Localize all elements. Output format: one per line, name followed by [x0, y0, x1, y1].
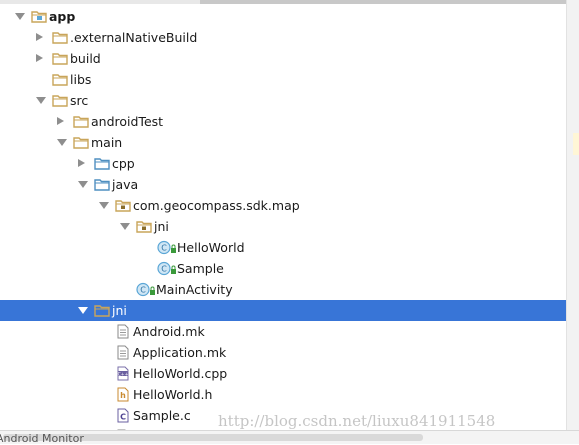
tree-row-label: Application.mk: [133, 345, 227, 360]
tree-row-label: HelloWorld.cpp: [133, 366, 228, 381]
folder-icon: [73, 114, 89, 129]
tree-row-label: java: [112, 177, 139, 192]
tree-row-label: cpp: [112, 156, 135, 171]
package-icon: [115, 198, 131, 213]
tree-row[interactable]: C MainActivity: [0, 279, 566, 300]
horizontal-scrollbar[interactable]: [0, 430, 579, 444]
svg-text:C: C: [161, 244, 167, 253]
package-icon: [136, 219, 152, 234]
tree-row-label: .externalNativeBuild: [70, 30, 198, 45]
expand-arrow-down-icon[interactable]: [36, 97, 46, 104]
tree-row[interactable]: Android.mk: [0, 321, 566, 342]
tree-row[interactable]: h HelloWorld.h: [0, 384, 566, 405]
tree-row-label: build: [70, 51, 101, 66]
tree-row[interactable]: cpp: [0, 153, 566, 174]
folder-icon: [94, 303, 110, 318]
expand-arrow-right-icon[interactable]: [36, 54, 43, 62]
folder-icon: [52, 51, 68, 66]
folder-icon: [52, 93, 68, 108]
expand-arrow-right-icon[interactable]: [78, 159, 85, 167]
source-folder-icon: [94, 177, 110, 192]
tree-row[interactable]: jni: [0, 216, 566, 237]
folder-icon: [73, 135, 89, 150]
tree-row[interactable]: jni: [0, 300, 566, 321]
expand-arrow-down-icon[interactable]: [15, 13, 25, 20]
tree-row-label: src: [70, 93, 89, 108]
java-class-icon: C: [157, 261, 176, 276]
tree-row-label: HelloWorld: [177, 240, 245, 255]
tree-row-label: libs: [70, 72, 92, 87]
tree-row-label: HelloWorld.h: [133, 387, 213, 402]
expand-arrow-down-icon[interactable]: [120, 223, 130, 230]
tree-row[interactable]: .externalNativeBuild: [0, 27, 566, 48]
editor-top-edge: [0, 0, 579, 4]
tree-row[interactable]: androidTest: [0, 111, 566, 132]
tree-row[interactable]: Application.mk: [0, 342, 566, 363]
scroll-marker: [573, 133, 579, 155]
tree-row-label: main: [91, 135, 123, 150]
c-file-icon: C: [115, 408, 131, 423]
tree-row[interactable]: src: [0, 90, 566, 111]
module-folder-icon: [31, 9, 47, 24]
watermark: http://blog.csdn.net/liuxu841911548: [218, 412, 496, 430]
tree-row[interactable]: java: [0, 174, 566, 195]
tree-row-label: com.geocompass.sdk.map: [133, 198, 300, 213]
tree-row[interactable]: app: [0, 6, 566, 27]
expand-arrow-down-icon[interactable]: [78, 181, 88, 188]
expand-arrow-down-icon[interactable]: [78, 307, 88, 314]
text-file-icon: [115, 324, 131, 339]
project-tree[interactable]: app .externalNativeBuild build libs src andro…: [0, 6, 566, 430]
android-monitor-tab[interactable]: Android Monitor: [0, 432, 84, 445]
tree-row[interactable]: main: [0, 132, 566, 153]
expand-arrow-right-icon[interactable]: [57, 117, 64, 125]
tree-row[interactable]: build: [0, 48, 566, 69]
tree-row-label: Android.mk: [133, 324, 205, 339]
tree-row[interactable]: C++ HelloWorld.cpp: [0, 363, 566, 384]
tree-row[interactable]: libs: [0, 69, 566, 90]
text-file-icon: [115, 345, 131, 360]
folder-icon: [52, 72, 68, 87]
svg-text:C++: C++: [118, 371, 129, 377]
source-folder-icon: [94, 156, 110, 171]
header-file-icon: h: [115, 387, 131, 402]
expand-arrow-down-icon[interactable]: [99, 202, 109, 209]
tree-row[interactable]: C HelloWorld: [0, 237, 566, 258]
svg-text:C: C: [120, 413, 126, 422]
expand-arrow-right-icon[interactable]: [36, 33, 43, 41]
tree-row-label: Sample.c: [133, 408, 191, 423]
tree-row-label: androidTest: [91, 114, 164, 129]
tree-row-label: Sample: [177, 261, 224, 276]
tree-row-label: MainActivity: [156, 282, 233, 297]
tree-row-label: jni: [154, 219, 169, 234]
tree-row[interactable]: C Sample: [0, 258, 566, 279]
vertical-scrollbar[interactable]: [566, 0, 579, 431]
cpp-file-icon: C++: [115, 366, 131, 381]
folder-icon: [52, 30, 68, 45]
svg-text:C: C: [161, 265, 167, 274]
tree-row-label: jni: [112, 303, 127, 318]
svg-text:h: h: [120, 391, 126, 400]
java-class-icon: C: [157, 240, 176, 255]
expand-arrow-down-icon[interactable]: [57, 139, 67, 146]
tree-row-label: app: [49, 9, 76, 24]
java-class-icon: C: [136, 282, 155, 297]
svg-text:C: C: [140, 286, 146, 295]
tree-row[interactable]: com.geocompass.sdk.map: [0, 195, 566, 216]
